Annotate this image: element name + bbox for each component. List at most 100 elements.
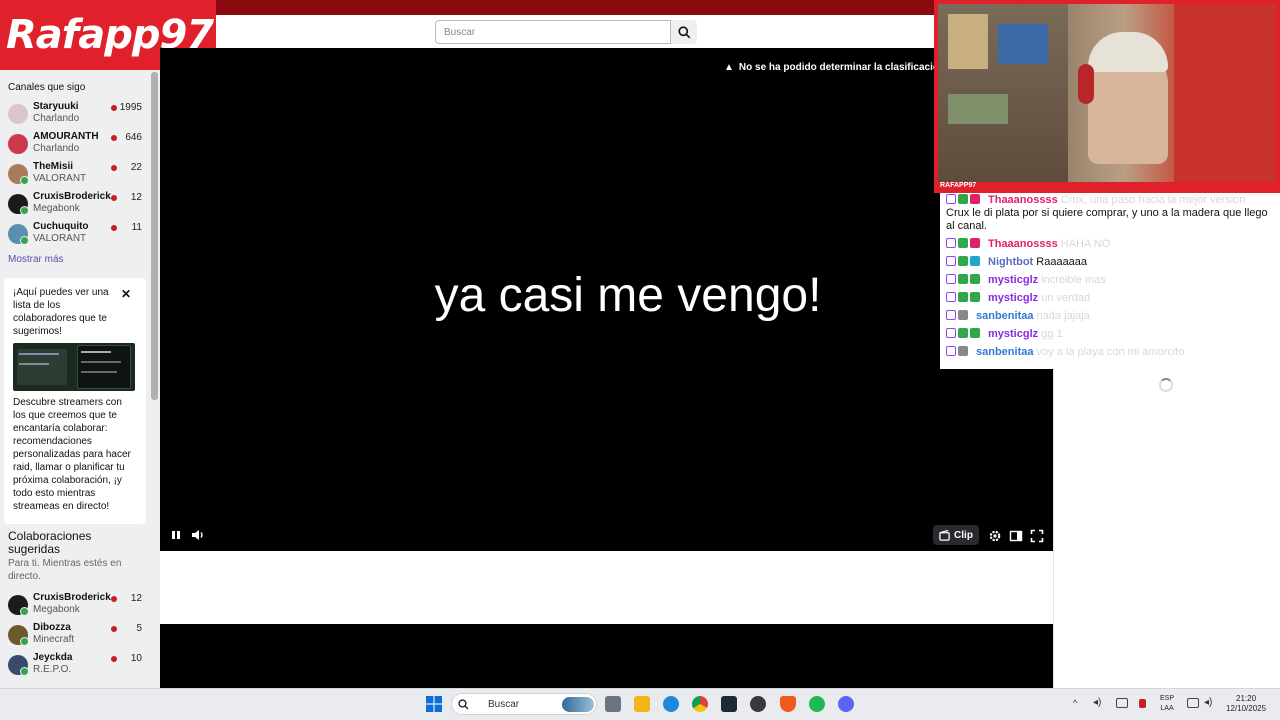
chat-empty-area [1053,369,1280,688]
settings-gear-icon[interactable] [988,529,1002,543]
channel-name: Jeyckda [33,652,73,663]
sub-badge-icon [946,310,956,320]
sub-badge-icon [946,194,956,204]
clip-button[interactable]: Clip [933,525,979,545]
live-dot [111,195,117,201]
chat-text: voy a la playa con mi amorcito [1036,346,1185,358]
partner-badge-icon [20,667,29,676]
tray-chevron-icon[interactable]: ^ [1073,698,1077,708]
badge-icon [970,274,980,284]
verified-badge-icon [958,292,968,302]
language-indicator[interactable]: ESP LAA [1160,694,1174,714]
edge-browser-icon[interactable] [663,696,679,712]
chat-username[interactable]: mysticglz [988,292,1038,304]
chat-username[interactable]: sanbenitaa [976,310,1033,322]
sidebar-channel[interactable]: CruxisBroderick Megabonk 12 [8,191,142,219]
chat-badges [946,256,982,270]
chat-text: HAHA NO [1060,238,1111,250]
sidebar-channel[interactable]: Staryuuki Charlando 1995 [8,101,142,129]
chat-username[interactable]: mysticglz [988,274,1038,286]
search-button[interactable] [671,20,697,44]
chat-message: Thaaanossss Crux, una paso hacia la mejo… [946,194,1266,208]
chrome-icon[interactable] [692,696,708,712]
pause-icon[interactable] [170,528,182,542]
badge-icon [958,346,968,356]
chat-message: mysticglz increible mas [946,274,1266,288]
chat-message: Thaaanossss HAHA NO [946,238,1266,252]
live-dot [111,656,117,662]
theatre-mode-icon[interactable] [1009,529,1023,543]
tray-display-icon[interactable] [1187,698,1199,708]
verified-badge-icon [958,274,968,284]
channel-game: Charlando [33,143,80,154]
chat-badges [946,346,970,360]
task-view-icon[interactable] [605,696,621,712]
tray-app-icon[interactable] [1139,699,1146,708]
channel-name: AMOURANTH [33,131,99,142]
chat-message: mysticglz un verdad [946,292,1266,306]
clock-time: 21:20 [1236,694,1257,703]
chat-text: increible mas [1041,274,1107,286]
show-more-link[interactable]: Mostrar más [8,254,64,265]
chat-badges [946,328,982,342]
webcam-feed [938,4,1276,182]
chat-username[interactable]: sanbenitaa [976,346,1033,358]
chat-username[interactable]: Nightbot [988,256,1033,268]
sub-badge-icon [946,256,956,266]
sidebar-channel[interactable]: Cuchuquito VALORANT 11 [8,221,142,249]
sidebar-channel[interactable]: AMOURANTH Charlando 646 [8,131,142,159]
obs-icon[interactable] [750,696,766,712]
chat-message-list: Thaaanossss HAHA NO Nightbot Raaaaaaa my… [946,238,1280,370]
file-explorer-icon[interactable] [634,696,650,712]
collab-channel[interactable]: Jeyckda R.E.P.O. 10 [8,652,142,680]
discord-icon[interactable] [838,696,854,712]
verified-badge-icon [958,238,968,248]
channel-game: VALORANT [33,173,87,184]
chat-badges [946,310,970,324]
close-icon[interactable]: ✕ [121,287,131,301]
volume-icon[interactable] [191,528,205,542]
vip-badge-icon [970,238,980,248]
channel-game: Minecraft [33,634,75,645]
tray-sound-icon[interactable]: ◂) [1204,697,1212,708]
fullscreen-icon[interactable] [1030,529,1044,543]
search-input[interactable]: Buscar [435,20,671,44]
collab-title: Colaboraciones sugeridas [8,529,92,556]
chat-badges [946,238,982,252]
collab-channel[interactable]: CruxisBroderick Megabonk 12 [8,592,142,620]
steam-icon[interactable] [721,696,737,712]
sidebar-channel[interactable]: TheMisii VALORANT 22 [8,161,142,189]
chat-badges [946,274,982,288]
collab-channel[interactable]: Dibozza Minecraft 5 [8,622,142,650]
chat-text: un verdad [1041,292,1091,304]
live-dot [111,596,117,602]
badge-icon [970,328,980,338]
partner-badge-icon [20,206,29,215]
sub-badge-icon [946,274,956,284]
sidebar-scroll-thumb[interactable] [151,72,158,400]
tray-network-icon[interactable] [1116,698,1128,708]
chat-message: sanbenitaa nada jajaja [946,310,1266,324]
chat-username[interactable]: Thaaanossss [988,238,1058,250]
promo-title: ¡Aquí puedes ver una lista de los colabo… [13,287,109,337]
chat-text: nada jajaja [1036,310,1090,322]
partner-badge-icon [20,607,29,616]
tray-volume-icon[interactable]: ◂) [1093,697,1101,708]
sub-badge-icon [946,238,956,248]
viewer-count: 5 [136,623,142,634]
clip-icon [939,529,950,541]
verified-badge-icon [958,194,968,204]
channel-game: Megabonk [33,604,80,615]
viewer-count: 12 [130,593,142,604]
brave-icon[interactable] [780,696,796,712]
channel-game: R.E.P.O. [33,664,72,675]
chat-message-text: Crux le di plata por si quiere comprar, … [946,207,1268,232]
partner-badge-icon [20,637,29,646]
chat-message: Nightbot Raaaaaaa [946,256,1266,270]
windows-start-icon[interactable] [426,696,442,712]
chat-username[interactable]: mysticglz [988,328,1038,340]
chat-username[interactable]: Thaaanossss [988,194,1058,206]
spotify-icon[interactable] [809,696,825,712]
clock[interactable]: 21:20 12/10/2025 [1226,694,1266,714]
sub-badge-icon [946,328,956,338]
